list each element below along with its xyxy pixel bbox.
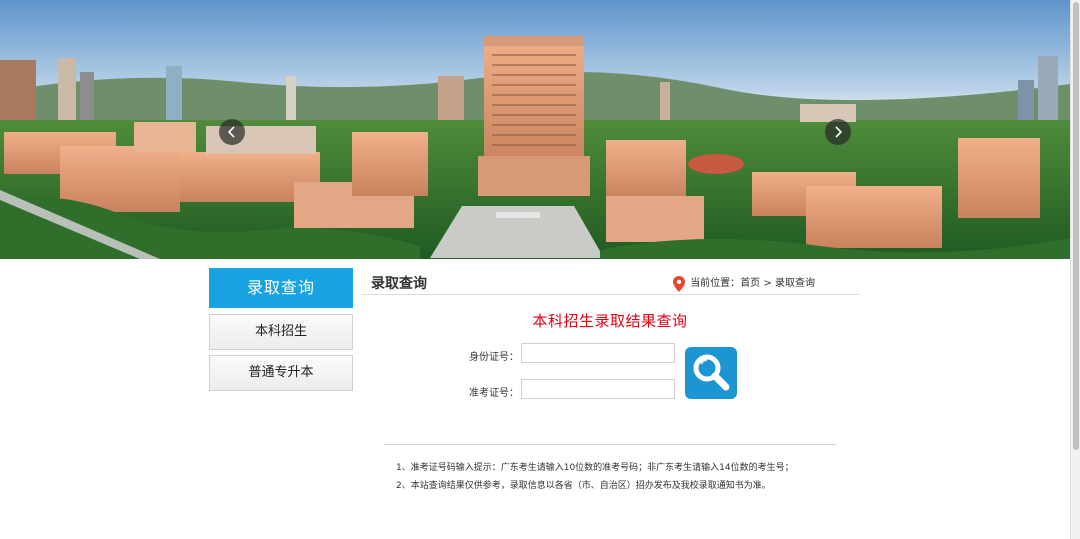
- banner-next-button[interactable]: [825, 119, 851, 145]
- notes-divider: [384, 444, 836, 445]
- page-scrollbar[interactable]: [1070, 0, 1080, 539]
- campus-photo: [0, 0, 1070, 259]
- result-query-title: 本科招生录取结果查询: [532, 312, 688, 330]
- title-divider: [362, 294, 860, 295]
- magnifier-icon: [693, 354, 730, 391]
- sidebar-item-undergraduate[interactable]: 本科招生: [209, 314, 353, 350]
- page-title: 录取查询: [371, 276, 427, 292]
- chevron-left-icon: [227, 126, 235, 138]
- exam-number-input[interactable]: [521, 379, 675, 399]
- note-disclaimer: 2、本站查询结果仅供参考，录取信息以各省（市、自治区）招办发布及我校录取通知书为…: [396, 481, 771, 491]
- breadcrumb-current: 录取查询: [774, 278, 815, 289]
- sidebar-title: 录取查询: [209, 268, 353, 308]
- search-button[interactable]: [685, 347, 737, 399]
- campus-banner: [0, 0, 1070, 259]
- sidebar-item-upgrade[interactable]: 普通专升本: [209, 355, 353, 391]
- breadcrumb-prefix: 当前位置：: [690, 278, 741, 289]
- map-pin-icon: [673, 276, 685, 292]
- id-number-input[interactable]: [521, 343, 675, 363]
- breadcrumb: 当前位置：首页 > 录取查询: [673, 276, 815, 292]
- exam-number-label: 准考证号：: [469, 388, 519, 399]
- chevron-right-icon: [835, 126, 843, 138]
- scrollbar-thumb[interactable]: [1073, 2, 1079, 450]
- id-number-label: 身份证号：: [469, 352, 519, 363]
- breadcrumb-separator: >: [763, 278, 772, 289]
- note-exam-number-hint: 1、准考证号码输入提示：广东考生请输入10位数的准考号码；非广东考生请输入14位…: [396, 463, 794, 473]
- page: 录取查询 本科招生 普通专升本 录取查询 当前位置：首页 > 录取查询 本科招生…: [0, 0, 1080, 539]
- banner-prev-button[interactable]: [219, 119, 245, 145]
- breadcrumb-home-link[interactable]: 首页: [740, 278, 760, 289]
